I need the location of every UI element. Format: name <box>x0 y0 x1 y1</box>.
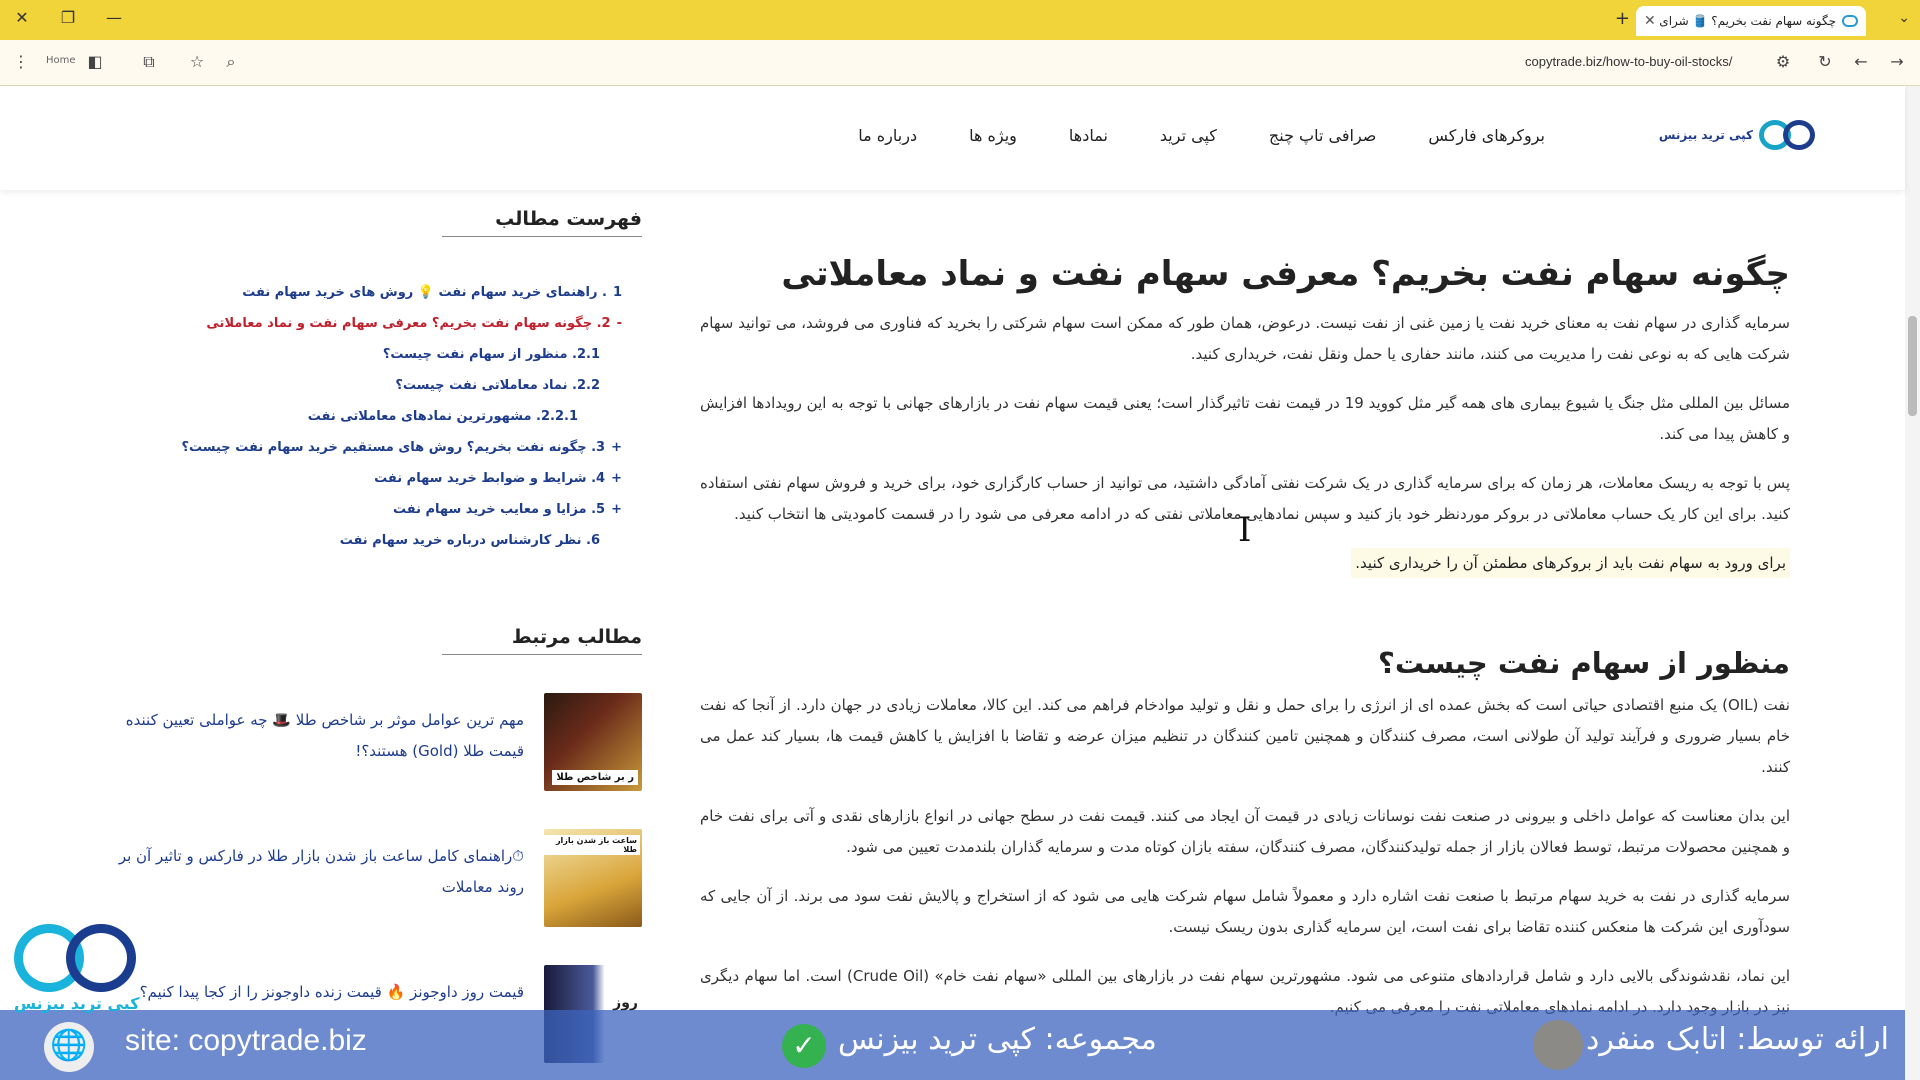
zoom-icon[interactable]: ⌕ <box>220 52 242 72</box>
article: چگونه سهام نفت بخریم؟ معرفی سهام نفت و ن… <box>700 190 1790 1041</box>
watermark-logo-text: کپی ترید بیزنس <box>14 994 140 1013</box>
paragraph: این بدان معناست که عوامل داخلی و بیرونی … <box>700 807 1790 856</box>
forward-icon[interactable]: → <box>1886 52 1908 71</box>
text-cursor-icon: I <box>1238 510 1252 550</box>
highlight-note: برای ورود به سهام نفت باید از بروکرهای م… <box>1351 548 1790 578</box>
related-link[interactable]: ⏱راهنمای کامل ساعت باز شدن بازار طلا در … <box>94 829 524 903</box>
nav-copy-trade[interactable]: کپی ترید <box>1160 126 1217 145</box>
toc-item[interactable]: +3. چگونه نفت بخریم؟ روش های مستقیم خرید… <box>90 432 622 463</box>
video-caption-bar: 🌐 site: copytrade.biz ✓ مجموعه: کپی ترید… <box>0 1010 1905 1080</box>
extensions-icon[interactable]: ⧉ <box>138 52 160 72</box>
site-logo[interactable]: کپی ترید بیزنس <box>1659 118 1817 152</box>
caption-group: مجموعه: کپی ترید بیزنس <box>838 1022 1157 1057</box>
paragraph: نفت (OIL) یک منبع اقتصادی حیاتی است که ب… <box>700 696 1790 776</box>
toc-item[interactable]: 2.2. نماد معاملاتی نفت چیست؟ <box>90 370 622 401</box>
related-thumbnail[interactable]: ساعت باز شدن بازار طلا <box>544 829 642 927</box>
logo-text: کپی ترید بیزنس <box>1658 128 1753 142</box>
sidebar: فهرست مطالب 1. راهنمای خرید سهام نفت 💡 ر… <box>90 190 642 1063</box>
restore-window-icon[interactable]: ❐ <box>56 8 80 27</box>
toc-item[interactable]: +5. مزایا و معایب خرید سهام نفت <box>90 494 622 525</box>
active-tab[interactable]: چگونه سهام نفت بخریم؟ 🛢️ شرای ✕ <box>1636 6 1866 36</box>
page-scrollbar[interactable] <box>1905 86 1920 1080</box>
toc-item[interactable]: +4. شرایط و ضوابط خرید سهام نفت <box>90 463 622 494</box>
section-heading: منظور از سهام نفت چیست؟ <box>1378 646 1790 680</box>
close-window-icon[interactable]: ✕ <box>10 8 34 27</box>
back-icon[interactable]: ← <box>1850 52 1872 71</box>
check-icon: ✓ <box>782 1024 826 1068</box>
profile-avatar[interactable]: Home <box>46 55 76 66</box>
related-thumbnail[interactable]: ر بر شاخص طلا <box>544 693 642 791</box>
scroll-thumb[interactable] <box>1908 316 1917 416</box>
new-tab-button[interactable]: + <box>1615 8 1630 29</box>
nav-topchange[interactable]: صرافی تاپ چنج <box>1269 126 1376 145</box>
caption-presenter: ارائه توسط: اتابک منفرد <box>1585 1022 1889 1057</box>
address-bar[interactable]: copytrade.biz/how-to-buy-oil-stocks/ <box>1525 54 1732 69</box>
toc-item[interactable]: 2.2.1. مشهورترین نمادهای معاملاتی نفت <box>90 401 622 432</box>
nav-symbols[interactable]: نمادها <box>1069 126 1108 145</box>
watermark-logo: کپی ترید بیزنس <box>10 920 140 1020</box>
toc-item-active[interactable]: -2. چگونه سهام نفت بخریم؟ معرفی سهام نفت… <box>90 308 622 339</box>
article-title: چگونه سهام نفت بخریم؟ معرفی سهام نفت و ن… <box>781 254 1790 294</box>
logo-infinity-icon <box>1759 118 1817 152</box>
toc-title: فهرست مطالب <box>442 208 642 237</box>
browser-tab-strip: ✕ ❐ — + چگونه سهام نفت بخریم؟ 🛢️ شرای ✕ … <box>0 0 1920 40</box>
site-header: کپی ترید بیزنس بروکرهای فارکس صرافی تاپ … <box>0 86 1905 190</box>
nav-forex-brokers[interactable]: بروکرهای فارکس <box>1428 126 1545 145</box>
toc-item[interactable]: 1. راهنمای خرید سهام نفت 💡 روش های خرید … <box>90 277 622 308</box>
related-post[interactable]: ر بر شاخص طلا مهم ترین عوامل موثر بر شاخ… <box>90 693 642 791</box>
tab-search-chevron-icon[interactable]: ⌄ <box>1898 10 1910 26</box>
related-link[interactable]: قیمت روز داوجونز 🔥 قیمت زنده داوجونز را … <box>94 965 524 1008</box>
bookmark-star-icon[interactable]: ☆ <box>186 52 208 71</box>
nav-about[interactable]: درباره ما <box>858 126 917 145</box>
site-settings-icon[interactable]: ⚙ <box>1772 52 1794 71</box>
tab-close-icon[interactable]: ✕ <box>1644 13 1656 29</box>
tab-favicon-icon <box>1842 15 1858 27</box>
toc-list: 1. راهنمای خرید سهام نفت 💡 روش های خرید … <box>90 277 642 556</box>
related-post[interactable]: ساعت باز شدن بازار طلا ⏱راهنمای کامل ساع… <box>90 829 642 927</box>
toc-item[interactable]: 6. نظر کارشناس درباره خرید سهام نفت <box>90 525 622 556</box>
paragraph: سرمایه گذاری در سهام نفت به معنای خرید ن… <box>700 314 1790 363</box>
main-nav: بروکرهای فارکس صرافی تاپ چنج کپی ترید نم… <box>858 126 1545 145</box>
nav-specials[interactable]: ویژه ها <box>969 126 1017 145</box>
toc-item[interactable]: 2.1. منظور از سهام نفت چیست؟ <box>90 339 622 370</box>
minimize-window-icon[interactable]: — <box>102 8 126 27</box>
browser-toolbar: ⋮ Home ◧ ⧉ ☆ ⌕ copytrade.biz/how-to-buy-… <box>0 40 1920 86</box>
tab-title: چگونه سهام نفت بخریم؟ 🛢️ شرای <box>1659 14 1836 28</box>
caption-site: site: copytrade.biz <box>125 1024 367 1057</box>
paragraph: سرمایه گذاری در نفت به خرید سهام مرتبط ب… <box>700 887 1790 936</box>
related-link[interactable]: مهم ترین عوامل موثر بر شاخص طلا 🎩 چه عوا… <box>94 693 524 767</box>
paragraph: مسائل بین المللی مثل جنگ یا شیوع بیماری … <box>700 394 1790 443</box>
globe-icon: 🌐 <box>44 1022 94 1072</box>
presenter-avatar <box>1533 1020 1583 1070</box>
related-title: مطالب مرتبط <box>442 626 642 655</box>
menu-dots-icon[interactable]: ⋮ <box>10 52 32 71</box>
sidebar-icon[interactable]: ◧ <box>84 52 106 71</box>
reload-icon[interactable]: ↻ <box>1814 52 1836 71</box>
